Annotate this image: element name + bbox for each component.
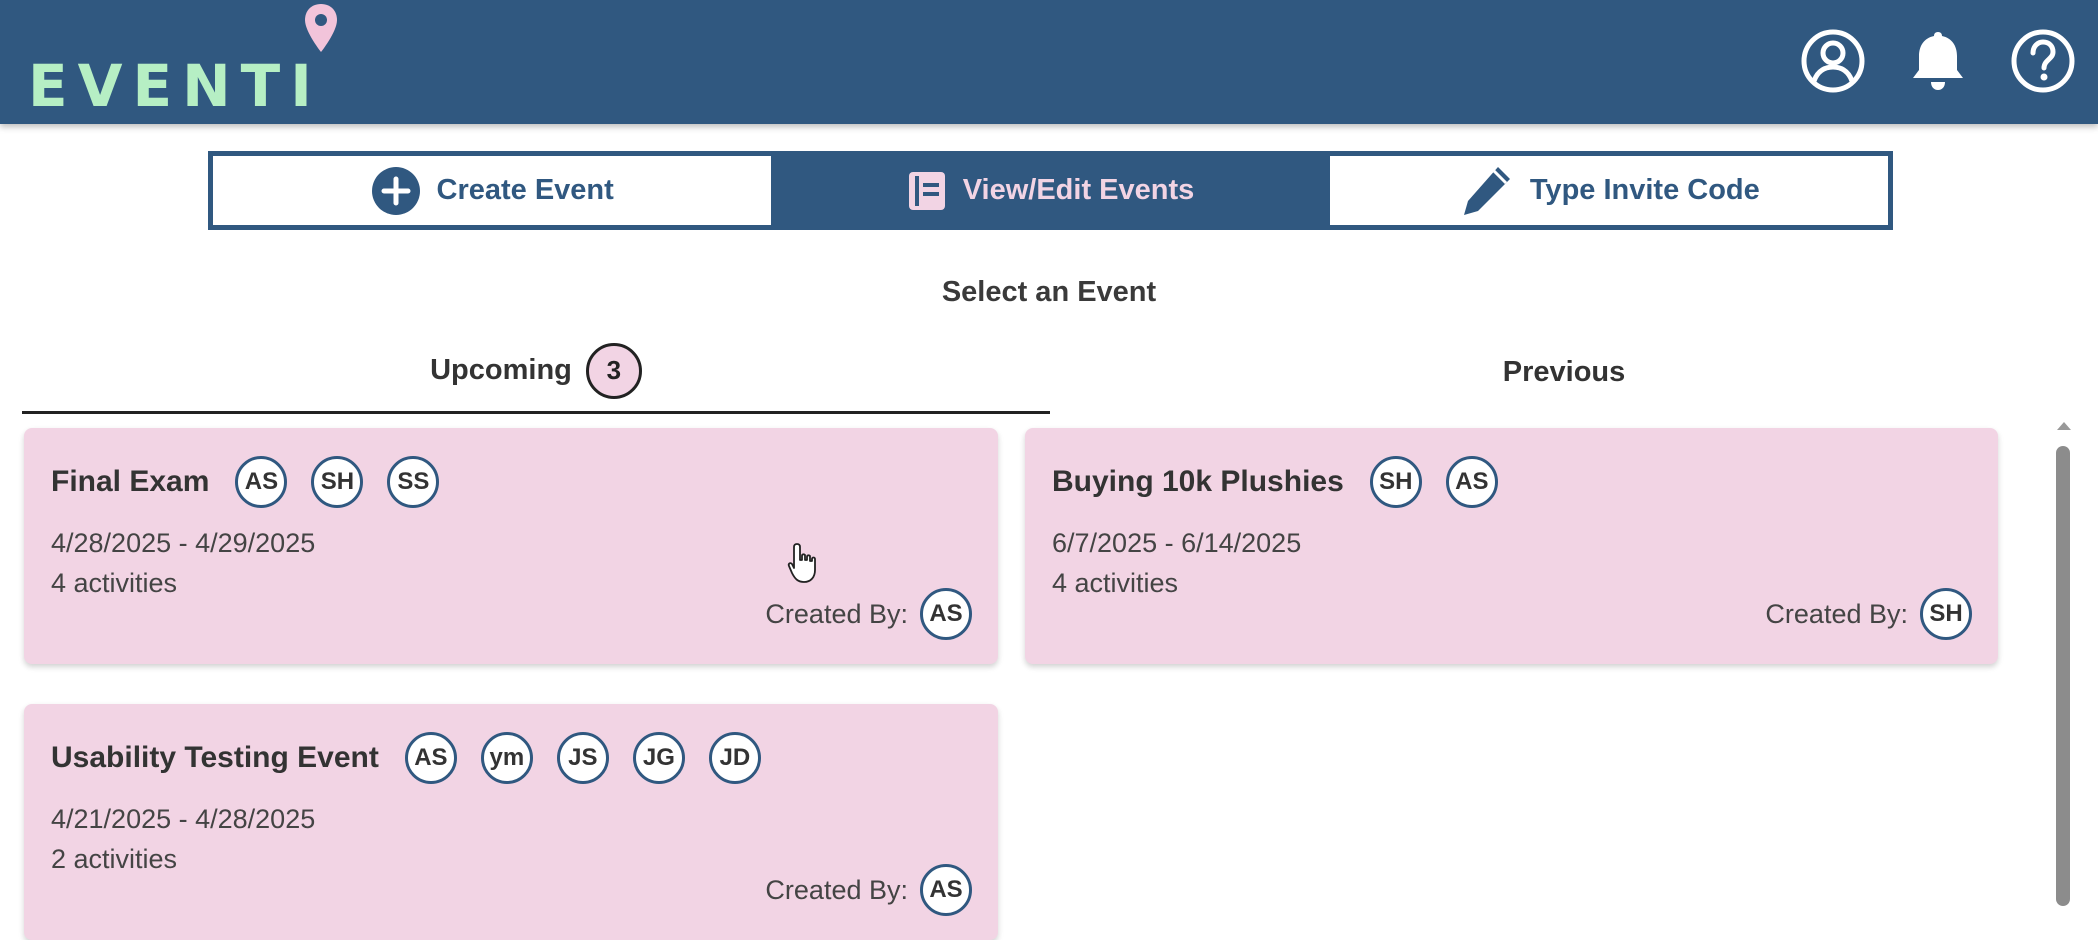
event-title: Usability Testing Event (51, 741, 379, 774)
scroll-up-arrow-icon[interactable] (2057, 422, 2071, 430)
created-by-label: Created By: (765, 874, 908, 905)
event-activity-count: 4 activities (1052, 568, 1179, 598)
event-title: Buying 10k Plushies (1052, 465, 1344, 498)
select-event-heading: Select an Event (941, 276, 1157, 308)
participant-avatar: JS (556, 732, 609, 784)
view-edit-events-button[interactable]: View/Edit Events (771, 156, 1330, 225)
created-by: Created By: AS (765, 588, 972, 640)
created-by: Created By: SH (1765, 588, 1972, 640)
participant-avatar: AS (1445, 456, 1498, 508)
participant-avatar: AS (404, 732, 457, 784)
event-dates: 4/28/2025 - 4/29/2025 (51, 528, 316, 558)
app-header: EVENTI (0, 0, 2098, 124)
tab-previous-label: Previous (1502, 355, 1626, 388)
event-title: Final Exam (51, 465, 210, 498)
creator-avatar: SH (1920, 588, 1972, 640)
participant-avatar: ym (480, 732, 533, 784)
event-tabs: Upcoming 3 Previous (0, 330, 2098, 414)
participant-avatar: JG (632, 732, 685, 784)
hand-cursor-icon (787, 543, 816, 583)
help-icon[interactable] (2010, 28, 2076, 94)
tab-upcoming[interactable]: Upcoming 3 (22, 330, 1050, 414)
event-mode-switcher: Create Event View/Edit Events Type Invit… (208, 151, 1893, 230)
create-event-button[interactable]: Create Event (213, 156, 772, 225)
pencil-icon (1463, 166, 1510, 215)
participant-avatar: AS (235, 456, 288, 508)
view-edit-events-label: View/Edit Events (962, 174, 1195, 206)
event-dates: 4/21/2025 - 4/28/2025 (51, 804, 316, 834)
eventi-logo[interactable]: EVENTI (28, 0, 337, 120)
bell-icon[interactable] (1905, 28, 1971, 94)
create-event-label: Create Event (436, 174, 614, 206)
event-activity-count: 4 activities (51, 568, 178, 598)
event-card-final-exam[interactable]: Final Exam AS SH SS 4/28/2025 - 4/29/202… (24, 428, 998, 664)
tab-upcoming-label: Upcoming (430, 354, 572, 386)
logo-text: EVENTI (28, 52, 322, 120)
creator-avatar: AS (920, 588, 972, 640)
plus-circle-icon (371, 166, 420, 215)
participant-avatar: SH (311, 456, 364, 508)
event-dates: 6/7/2025 - 6/14/2025 (1052, 528, 1302, 558)
event-activity-count: 2 activities (51, 844, 178, 874)
scroll-thumb[interactable] (2056, 446, 2070, 906)
participant-avatar: SH (1369, 456, 1422, 508)
created-by-label: Created By: (765, 598, 908, 629)
location-pin-icon (305, 4, 337, 52)
document-list-icon (908, 171, 945, 210)
event-list-scrollbar[interactable] (2050, 418, 2076, 906)
event-card-buying-plushies[interactable]: Buying 10k Plushies SH AS 6/7/2025 - 6/1… (1025, 428, 1998, 664)
creator-avatar: AS (920, 864, 972, 916)
account-icon[interactable] (1800, 28, 1866, 94)
participant-avatar: JD (708, 732, 761, 784)
participant-avatar: SS (387, 456, 440, 508)
created-by-label: Created By: (1765, 598, 1908, 629)
created-by: Created By: AS (765, 864, 972, 916)
type-invite-code-label: Type Invite Code (1529, 174, 1760, 206)
tab-previous[interactable]: Previous (1050, 330, 2078, 414)
type-invite-code-button[interactable]: Type Invite Code (1329, 156, 1888, 225)
event-card-usability-testing[interactable]: Usability Testing Event AS ym JS JG JD 4… (24, 704, 998, 940)
upcoming-count-badge: 3 (585, 342, 642, 399)
